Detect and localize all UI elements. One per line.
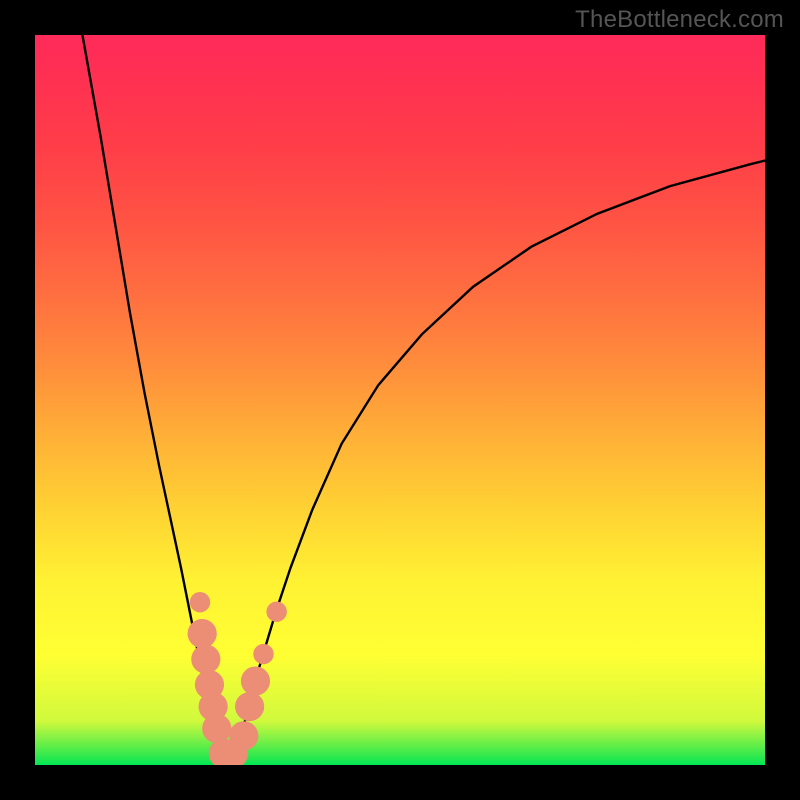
sample-point bbox=[235, 692, 264, 721]
sample-point bbox=[241, 666, 270, 695]
chart-frame: TheBottleneck.com bbox=[0, 0, 800, 800]
curve-right-branch bbox=[234, 161, 765, 760]
sample-point bbox=[229, 721, 258, 750]
sample-point-group bbox=[188, 592, 287, 765]
sample-point bbox=[191, 645, 220, 674]
sample-point bbox=[266, 601, 286, 621]
watermark-text: TheBottleneck.com bbox=[575, 6, 784, 34]
chart-svg bbox=[35, 35, 765, 765]
sample-point bbox=[202, 714, 231, 743]
plot-area bbox=[35, 35, 765, 765]
sample-point bbox=[188, 619, 217, 648]
sample-point bbox=[190, 592, 210, 612]
sample-point bbox=[253, 644, 273, 664]
